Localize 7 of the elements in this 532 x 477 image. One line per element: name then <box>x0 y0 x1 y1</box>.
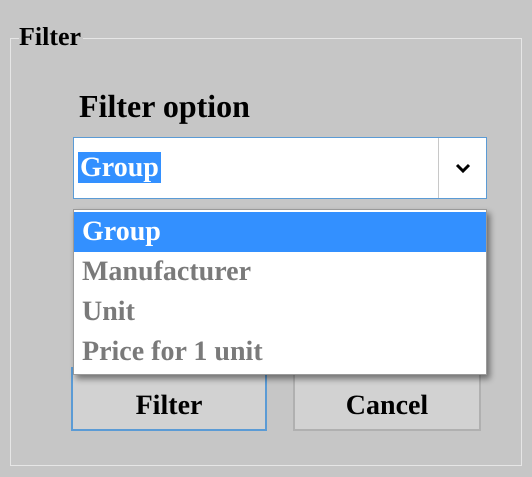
field-value: Group <box>78 152 161 183</box>
chevron-down-icon <box>454 162 470 174</box>
dropdown-option[interactable]: Unit <box>74 292 486 332</box>
dropdown-field[interactable]: Group <box>73 137 487 199</box>
field-label: Filter option <box>79 87 250 125</box>
dropdown-option[interactable]: Manufacturer <box>74 252 486 292</box>
dropdown-option[interactable]: Group <box>74 212 486 252</box>
